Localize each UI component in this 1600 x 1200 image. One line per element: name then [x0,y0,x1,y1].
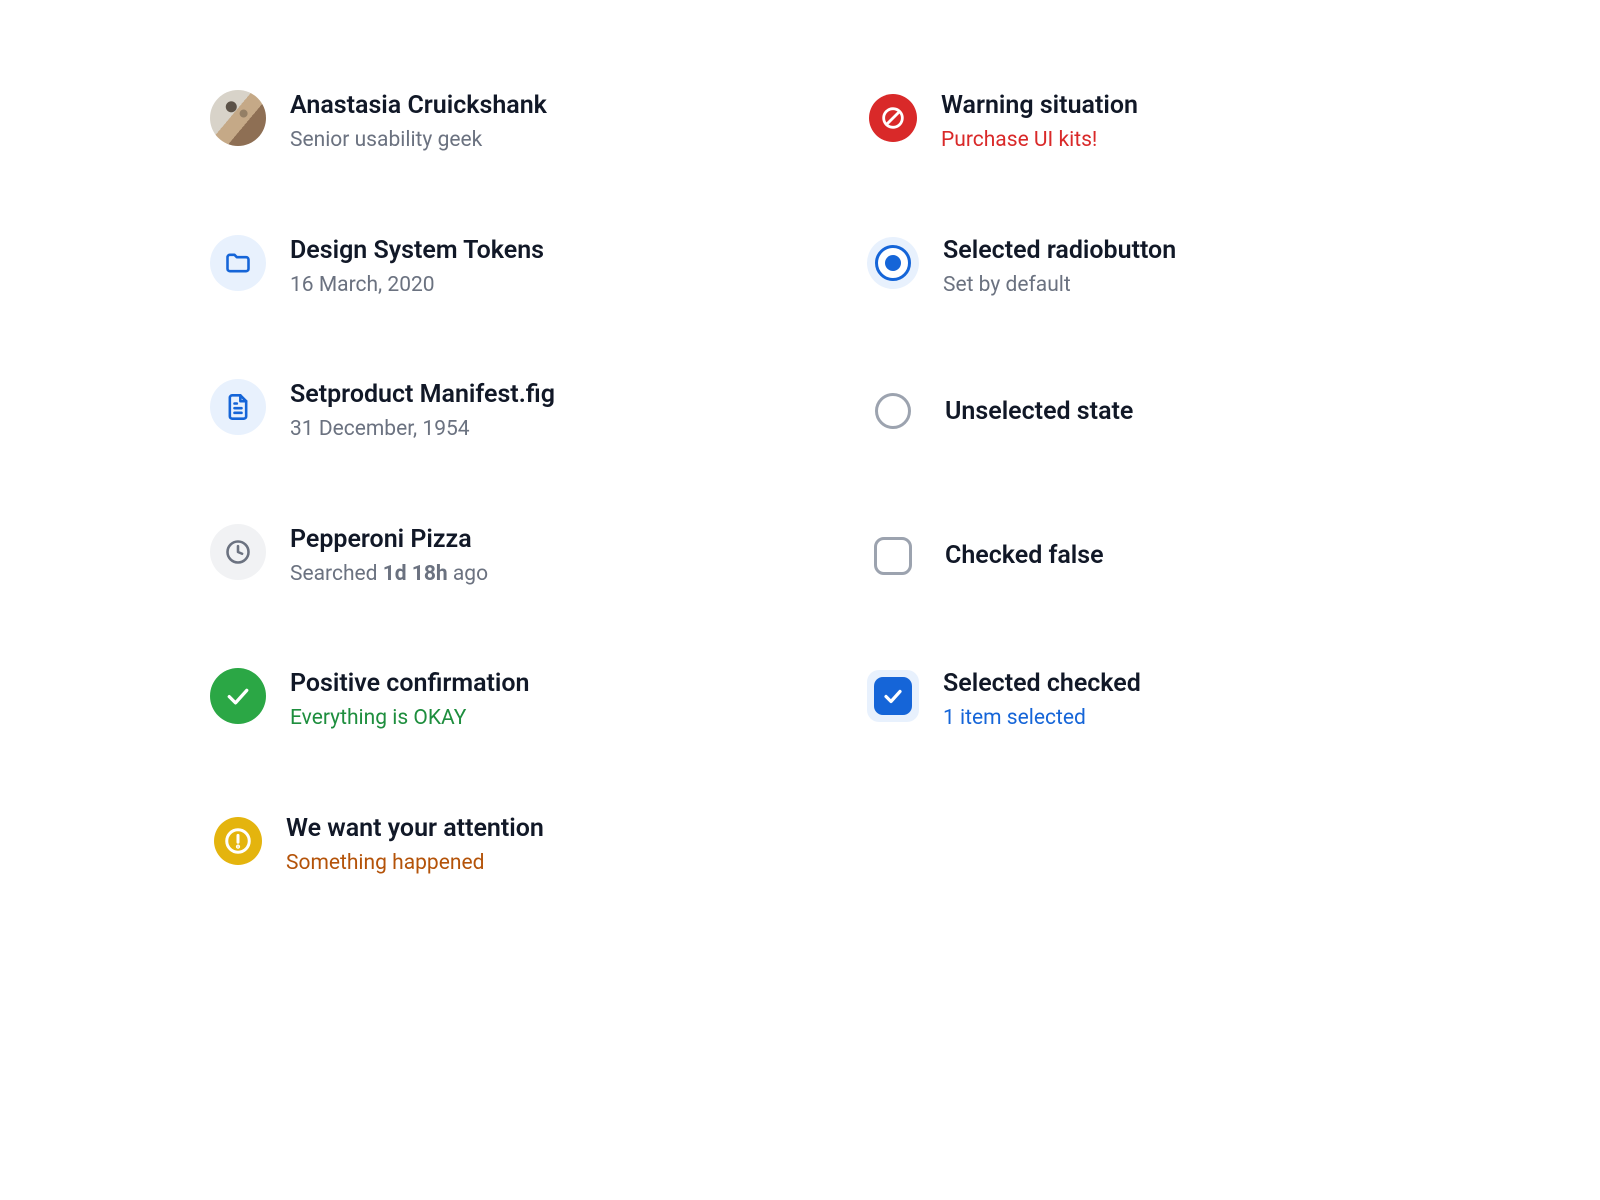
radio-selected-sub: Set by default [943,272,1176,299]
positive-sub: Everything is OKAY [290,705,530,732]
text-block: Positive confirmation Everything is OKAY [290,668,530,733]
radio-unselected-icon[interactable] [875,393,911,429]
block-icon [869,94,917,142]
text-block: Setproduct Manifest.fig 31 December, 195… [290,379,555,444]
positive-title: Positive confirmation [290,668,530,699]
text-block: We want your attention Something happene… [286,813,544,878]
text-block: Anastasia Cruickshank Senior usability g… [290,90,547,155]
search-sub-suffix: ago [448,562,488,586]
list-item-checkbox-false[interactable]: Checked false [865,524,1390,589]
radio-dot [885,255,901,271]
checkbox-false-holder [865,536,921,576]
file-icon [210,379,266,435]
list-item-positive[interactable]: Positive confirmation Everything is OKAY [210,668,735,733]
user-role: Senior usability geek [290,127,547,154]
list-item-user[interactable]: Anastasia Cruickshank Senior usability g… [210,90,735,155]
radio-selected-holder [867,237,919,289]
list-item-radio-unselected[interactable]: Unselected state [865,379,1390,444]
text-block: Warning situation Purchase UI kits! [941,90,1138,155]
search-sub: Searched 1d 18h ago [290,561,488,588]
warning-sub: Purchase UI kits! [941,127,1138,154]
attention-sub: Something happened [286,850,544,877]
text-block: Selected radiobutton Set by default [943,235,1176,300]
checkbox-true-holder [867,670,919,722]
list-item-search[interactable]: Pepperoni Pizza Searched 1d 18h ago [210,524,735,589]
attention-title: We want your attention [286,813,544,844]
list-item-radio-selected[interactable]: Selected radiobutton Set by default [865,235,1390,300]
folder-icon [210,235,266,291]
search-sub-bold: 1d 18h [383,562,448,586]
checkbox-false-icon[interactable] [874,537,912,575]
list-item-file[interactable]: Setproduct Manifest.fig 31 December, 195… [210,379,735,444]
avatar [210,90,266,146]
radio-selected-title: Selected radiobutton [943,235,1176,266]
search-sub-prefix: Searched [290,562,383,586]
radio-selected-icon[interactable] [875,245,911,281]
list-item-attention[interactable]: We want your attention Something happene… [210,813,735,878]
folder-date: 16 March, 2020 [290,272,544,299]
warning-title: Warning situation [941,90,1138,121]
checkbox-true-icon[interactable] [874,677,912,715]
radio-unselected-holder [865,391,921,431]
list-item-checkbox-true[interactable]: Selected checked 1 item selected [865,668,1390,733]
checkbox-false-title: Checked false [945,540,1104,571]
folder-title: Design System Tokens [290,235,544,266]
user-name: Anastasia Cruickshank [290,90,547,121]
text-block: Design System Tokens 16 March, 2020 [290,235,544,300]
search-title: Pepperoni Pizza [290,524,488,555]
radio-unselected-title: Unselected state [945,396,1133,427]
checkbox-true-sub: 1 item selected [943,705,1141,732]
check-icon [210,668,266,724]
file-date: 31 December, 1954 [290,416,555,443]
list-item-folder[interactable]: Design System Tokens 16 March, 2020 [210,235,735,300]
checkbox-true-title: Selected checked [943,668,1141,699]
clock-icon [210,524,266,580]
file-title: Setproduct Manifest.fig [290,379,555,410]
alert-icon [214,817,262,865]
text-block: Selected checked 1 item selected [943,668,1141,733]
text-block: Pepperoni Pizza Searched 1d 18h ago [290,524,488,589]
list-item-warning[interactable]: Warning situation Purchase UI kits! [865,90,1390,155]
